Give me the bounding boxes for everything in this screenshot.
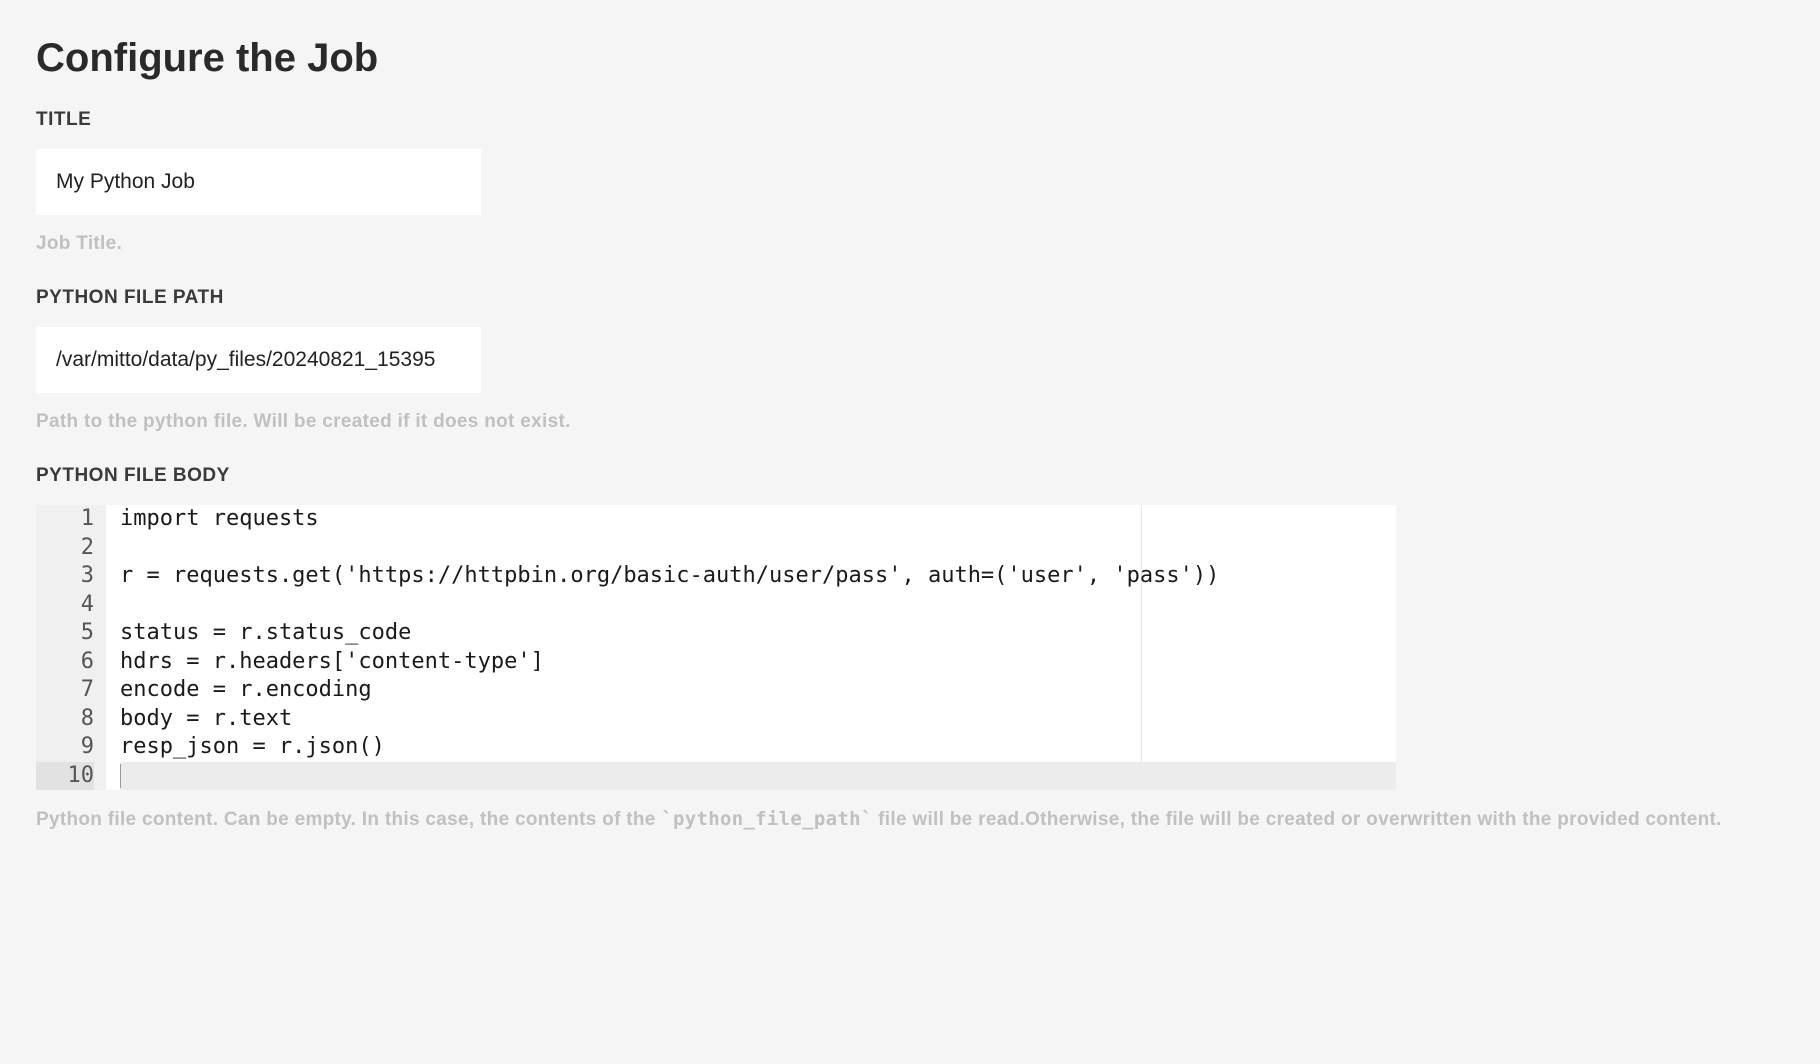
code-line[interactable]: body = r.text (120, 705, 1396, 734)
line-number: 6 (36, 648, 94, 677)
code-gutter: 12345678910 (36, 505, 106, 790)
line-number: 9 (36, 733, 94, 762)
line-number: 5 (36, 619, 94, 648)
field-filebody-group: PYTHON FILE BODY 12345678910 import requ… (36, 465, 1784, 831)
field-filepath-group: PYTHON FILE PATH Path to the python file… (36, 287, 1784, 433)
line-number: 7 (36, 676, 94, 705)
code-line[interactable]: status = r.status_code (120, 619, 1396, 648)
code-content[interactable]: import requests r = requests.get('https:/… (106, 505, 1396, 790)
field-title-group: TITLE Job Title. (36, 109, 1784, 255)
filepath-label: PYTHON FILE PATH (36, 287, 1784, 309)
filepath-input[interactable] (36, 327, 481, 393)
code-line[interactable]: encode = r.encoding (120, 676, 1396, 705)
line-number: 4 (36, 591, 94, 620)
filebody-helper-code: `python_file_path` (661, 808, 872, 830)
title-helper: Job Title. (36, 233, 1784, 255)
line-number: 2 (36, 534, 94, 563)
code-line[interactable]: r = requests.get('https://httpbin.org/ba… (120, 562, 1396, 591)
code-editor[interactable]: 12345678910 import requestsr = requests.… (36, 505, 1396, 790)
code-line[interactable] (120, 591, 1396, 620)
filepath-helper: Path to the python file. Will be created… (36, 411, 1784, 433)
page-title: Configure the Job (36, 36, 1784, 81)
code-line[interactable]: hdrs = r.headers['content-type'] (120, 648, 1396, 677)
code-line[interactable] (120, 534, 1396, 563)
cursor (120, 764, 121, 788)
code-line[interactable]: import requests (120, 505, 1396, 534)
line-number: 8 (36, 705, 94, 734)
filebody-helper-pre: Python file content. Can be empty. In th… (36, 809, 661, 830)
filebody-helper: Python file content. Can be empty. In th… (36, 808, 1784, 831)
title-input[interactable] (36, 149, 481, 215)
title-label: TITLE (36, 109, 1784, 131)
line-number: 1 (36, 505, 94, 534)
line-number: 3 (36, 562, 94, 591)
code-line[interactable]: resp_json = r.json() (120, 733, 1396, 762)
filebody-helper-post: file will be read.Otherwise, the file wi… (873, 809, 1722, 830)
filebody-label: PYTHON FILE BODY (36, 465, 1784, 487)
code-line[interactable] (120, 762, 1396, 791)
